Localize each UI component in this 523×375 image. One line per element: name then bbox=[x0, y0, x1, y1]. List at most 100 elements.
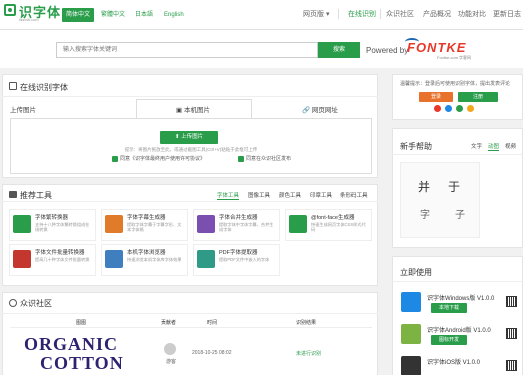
help-glyph-2: 于 bbox=[448, 180, 461, 194]
community-title: 众识社区 bbox=[20, 299, 52, 308]
tab-web-url[interactable]: 🔗 网页网址 bbox=[302, 104, 338, 114]
avatar bbox=[164, 343, 176, 355]
app-platform-icon bbox=[401, 292, 421, 312]
nav-product-overview[interactable]: 产品概况 bbox=[423, 9, 451, 19]
app-download-button[interactable]: 本地下载 bbox=[431, 303, 467, 313]
tool-card[interactable]: 字体合并生成器 提取字体中字体字幕，合并生成字体 bbox=[193, 209, 280, 241]
nav-feature-compare[interactable]: 功能对比 bbox=[458, 9, 486, 19]
tab-image-tools[interactable]: 图像工具 bbox=[248, 191, 270, 199]
nav-divider bbox=[338, 9, 339, 19]
app-platform-icon bbox=[401, 356, 421, 375]
help-tab-text[interactable]: 文字 bbox=[471, 142, 482, 150]
col-header-result: 识别结果 bbox=[296, 320, 317, 326]
tool-icon bbox=[13, 215, 31, 233]
help-tab-gif[interactable]: 动图 bbox=[488, 142, 500, 151]
wechat-icon[interactable] bbox=[456, 105, 463, 112]
result-link[interactable]: 未进行识别 bbox=[296, 350, 321, 357]
tool-card[interactable]: 字体字幕生成器 提取字体字幕于字幕字形、文本字体格 bbox=[101, 209, 188, 241]
tab-font-tools[interactable]: 字体工具 bbox=[217, 191, 240, 200]
drop-zone[interactable] bbox=[10, 118, 372, 174]
fontke-logo[interactable]: FONTKE bbox=[407, 40, 466, 55]
tool-description: 快速生成网页字体CSS样式代码 bbox=[311, 222, 366, 233]
app-name: 识字体Android版 V1.0.0 bbox=[427, 328, 491, 334]
tab-local-image[interactable]: ▣ 本机图片 bbox=[176, 104, 210, 114]
help-title: 新手帮助 bbox=[400, 142, 432, 151]
search-input[interactable] bbox=[56, 42, 318, 58]
upload-button[interactable]: ⬆ 上传图片 bbox=[160, 131, 218, 144]
tab-barcode-tools[interactable]: 条形码工具 bbox=[340, 191, 368, 199]
tab-color-tools[interactable]: 颜色工具 bbox=[279, 191, 301, 199]
divider bbox=[2, 201, 378, 202]
tool-description: 支持十八种字体繁转换组成在线转换 bbox=[35, 222, 90, 233]
divider bbox=[10, 327, 372, 328]
tool-icon bbox=[289, 215, 307, 233]
tool-icon bbox=[197, 215, 215, 233]
sample-image-line2[interactable]: COTTON bbox=[40, 353, 124, 374]
checkbox-icon bbox=[238, 155, 244, 162]
site-logo-subtitle: likeziti.com bbox=[19, 17, 39, 22]
app-download-button[interactable]: 图标开发 bbox=[431, 335, 467, 345]
other-login-icon[interactable] bbox=[467, 105, 474, 112]
tool-icon bbox=[105, 250, 123, 268]
logo-icon[interactable] bbox=[4, 4, 16, 16]
login-button[interactable]: 登录 bbox=[419, 92, 453, 102]
tool-card[interactable]: 字体繁转换器 支持十八种字体繁转换组成在线转换 bbox=[9, 209, 96, 241]
upload-hint: 提示：将图片拖放至此，或通过截图工具(Ctrl+V)粘贴于此框可上传 bbox=[124, 147, 258, 152]
tool-card[interactable]: 字体文件批量转换器 提高几十种字体文件批量转换 bbox=[9, 244, 96, 276]
qr-code-icon[interactable] bbox=[506, 360, 517, 371]
tab-seal-tools[interactable]: 印章工具 bbox=[310, 191, 332, 199]
nav-changelog[interactable]: 更新日志 bbox=[493, 9, 521, 19]
contributor-name: 游客 bbox=[166, 359, 177, 365]
tool-name: 字体字幕生成器 bbox=[127, 215, 166, 221]
nav-divider bbox=[380, 9, 381, 19]
tool-name: 字体合并生成器 bbox=[219, 215, 258, 221]
chevron-down-icon: ▾ bbox=[325, 11, 330, 18]
login-tip: 温馨提示：登录后可使用识别字体，提出发表评论 bbox=[400, 81, 511, 87]
tool-description: 快速浏览本机字体库字体效果 bbox=[127, 257, 182, 262]
tool-description: 提高几十种字体文件批量转换 bbox=[35, 257, 90, 262]
lang-traditional[interactable]: 繁體中文 bbox=[97, 8, 129, 22]
weibo-icon[interactable] bbox=[434, 105, 441, 112]
tool-card[interactable]: 本机字体浏览器 快速浏览本机字体库字体效果 bbox=[101, 244, 188, 276]
help-animation[interactable] bbox=[400, 162, 480, 238]
divider bbox=[392, 281, 523, 282]
lang-english[interactable]: English bbox=[160, 8, 188, 22]
sample-image-line1[interactable]: ORGANIC bbox=[24, 334, 118, 355]
toolbox-icon bbox=[9, 191, 17, 198]
divider bbox=[2, 96, 378, 97]
help-glyph-3: 字 bbox=[420, 210, 430, 221]
col-header-image: 图图 bbox=[76, 320, 87, 326]
app-name: 识字体Windows版 V1.0.0 bbox=[427, 296, 495, 302]
qr-code-icon[interactable] bbox=[506, 328, 517, 339]
tool-icon bbox=[13, 250, 31, 268]
nav-web-version[interactable]: 网页版 ▾ bbox=[303, 9, 329, 19]
tool-name: @font-face生成器 bbox=[311, 215, 355, 221]
agree-license-checkbox[interactable]: 同意《识字体最终用户使用许可协议》 bbox=[112, 155, 205, 162]
tool-description: 提取PDF文件中嵌入的字体 bbox=[219, 257, 270, 262]
powered-by-label: Powered by bbox=[366, 46, 409, 55]
search-button[interactable]: 搜索 bbox=[318, 42, 360, 58]
help-tab-video[interactable]: 视频 bbox=[505, 142, 516, 150]
image-icon bbox=[9, 82, 17, 90]
tool-card[interactable]: @font-face生成器 快速生成网页字体CSS样式代码 bbox=[285, 209, 372, 241]
register-button[interactable]: 注册 bbox=[458, 92, 498, 102]
nav-online-recognize[interactable]: 在线识别 bbox=[348, 9, 376, 19]
tool-icon bbox=[197, 250, 215, 268]
publish-community-checkbox[interactable]: 同意在众识社区发布 bbox=[238, 155, 291, 162]
col-header-contributor: 贡献者 bbox=[161, 320, 177, 326]
tab-upload-image[interactable]: 上传图片 bbox=[10, 104, 36, 114]
help-glyph-4: 子 bbox=[455, 210, 465, 221]
qq-icon[interactable] bbox=[445, 105, 452, 112]
community-icon bbox=[9, 299, 17, 307]
search-field[interactable] bbox=[57, 43, 317, 57]
tool-description: 提取字体字幕于字幕字形、文本字体格 bbox=[127, 222, 182, 233]
tool-card[interactable]: PDF字体提取器 提取PDF文件中嵌入的字体 bbox=[193, 244, 280, 276]
lang-japanese[interactable]: 日本語 bbox=[131, 8, 157, 22]
nav-community[interactable]: 众识社区 bbox=[386, 9, 414, 19]
lang-simplified[interactable]: 简体中文 bbox=[62, 8, 95, 22]
tools-title: 推荐工具 bbox=[20, 191, 52, 200]
upload-icon: ⬆ bbox=[174, 134, 180, 140]
qr-code-icon[interactable] bbox=[506, 296, 517, 307]
col-header-time: 时间 bbox=[207, 320, 218, 326]
install-title: 立即使用 bbox=[400, 268, 432, 277]
